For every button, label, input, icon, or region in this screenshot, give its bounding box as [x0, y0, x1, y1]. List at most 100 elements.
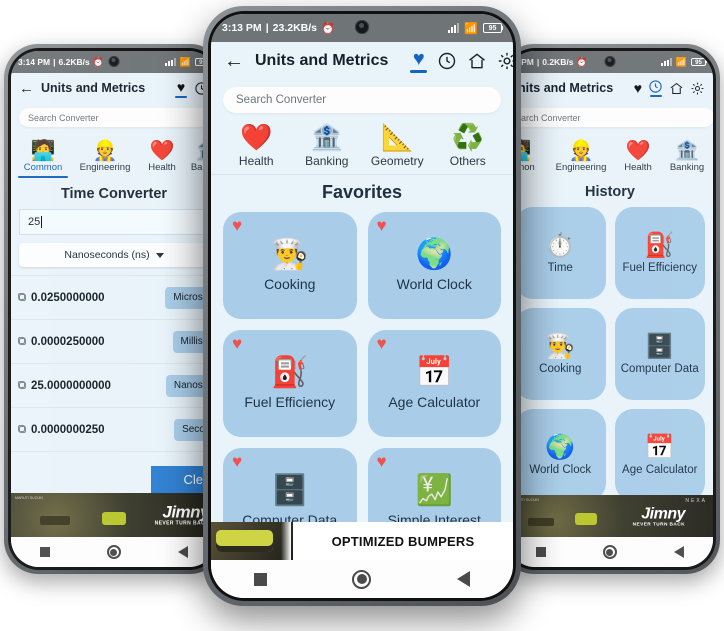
favorites-grid: ♥ 👨‍🍳 Cooking ♥ 🌍 World Clock ♥ ⛽ [211, 212, 513, 522]
status-bar-right: 4 PM | 0.2KB/s ⏰ 📶 95 [507, 51, 713, 73]
favorite-heart-icon[interactable]: ♥ [232, 217, 242, 234]
home-icon [469, 53, 486, 69]
search-input[interactable]: Search Converter [507, 108, 713, 127]
action-home[interactable] [669, 81, 684, 96]
health-icon: ❤️ [625, 138, 651, 162]
status-bar-center: 3:13 PM | 23.2KB/s ⏰ 📶 95 [211, 14, 513, 42]
list-item[interactable]: ♥ ⛽ Fuel Efficiency [223, 330, 357, 437]
heart-icon: ♥ [176, 78, 186, 95]
search-input[interactable]: Search Converter [223, 87, 501, 113]
category-tab-health[interactable]: ❤️ Health [221, 125, 292, 174]
battery-badge: 95 [483, 23, 503, 33]
category-tab-health[interactable]: ❤️ Health [615, 140, 661, 178]
square-icon[interactable] [535, 547, 546, 557]
unit-select[interactable]: Nanoseconds (ns) [19, 243, 209, 267]
alarm-icon: ⏰ [92, 56, 104, 67]
wifi-icon: 📶 [675, 56, 687, 67]
app-bar-left: ← Units and Metrics ♥ [11, 73, 217, 103]
favorite-heart-icon[interactable]: ♥ [377, 217, 387, 234]
list-item[interactable]: 🗄️ Computer Data [614, 308, 705, 400]
action-settings[interactable] [690, 81, 705, 96]
signal-icon [164, 58, 176, 66]
gear-icon [691, 82, 704, 94]
signal-icon [660, 58, 672, 66]
list-item[interactable]: ⏱️ Time [515, 207, 606, 299]
list-item[interactable]: 👨‍🍳 Cooking [515, 308, 606, 400]
list-item[interactable]: ♥ 🌍 World Clock [367, 212, 501, 319]
table-row[interactable]: 0.0000000250 Seconds [11, 408, 217, 452]
copy-icon[interactable] [18, 381, 26, 389]
triangle-back-icon[interactable] [178, 546, 189, 558]
copy-icon[interactable] [18, 425, 26, 433]
action-history[interactable] [437, 51, 457, 71]
list-item[interactable]: ⛽ Fuel Efficiency [614, 207, 705, 299]
list-item[interactable]: ♥ 💹 Simple Interest [367, 448, 501, 522]
content-right: Search Converter 🧑‍💻 ommon 👷 Engineering [507, 103, 713, 495]
phone-right: 4 PM | 0.2KB/s ⏰ 📶 95 Units and Metrics … [500, 44, 720, 574]
action-favorites[interactable]: ♥ [410, 49, 428, 73]
list-item[interactable]: 📅 Age Calculator [614, 409, 705, 495]
category-tabs-left: 🧑‍💻 Common 👷 Engineering ❤️ Health [11, 130, 217, 178]
favorite-heart-icon[interactable]: ♥ [377, 453, 387, 470]
ad-tiny-text: MARUTI SUZUKI [15, 496, 43, 500]
action-favorites[interactable]: ♥ [175, 79, 187, 98]
category-tab-health[interactable]: ❤️ Health [139, 140, 185, 178]
category-tabs-center: ❤️ Health 🏦 Banking 📐 Geometry ♻️ Others [211, 118, 513, 175]
search-placeholder: Search Converter [236, 94, 327, 106]
category-tab-common[interactable]: 🧑‍💻 Common [15, 140, 71, 178]
banking-icon: 🏦 [674, 138, 700, 162]
favorite-heart-icon[interactable]: ♥ [377, 335, 387, 352]
action-settings[interactable] [497, 51, 513, 71]
list-item[interactable]: ♥ 📅 Age Calculator [367, 330, 501, 437]
square-icon[interactable] [253, 572, 267, 586]
action-favorites[interactable]: ♥ [634, 80, 642, 96]
triangle-back-icon[interactable] [674, 546, 685, 558]
category-tab-others[interactable]: ♻️ Others [433, 125, 504, 174]
table-row[interactable]: 0.0250000000 Microseconds [11, 276, 217, 320]
favorite-heart-icon[interactable]: ♥ [232, 453, 242, 470]
ad-headline: OPTIMIZED BUMPERS [331, 533, 475, 549]
common-icon: 🧑‍💻 [30, 138, 56, 162]
front-camera [604, 56, 616, 67]
list-item[interactable]: ♥ 👨‍🍳 Cooking [223, 212, 357, 319]
category-tab-geometry[interactable]: 📐 Geometry [362, 125, 433, 174]
cooking-icon: 👨‍🍳 [545, 331, 576, 360]
copy-icon[interactable] [18, 293, 26, 301]
category-tab-engineering[interactable]: 👷 Engineering [71, 140, 139, 178]
list-item[interactable]: 🌍 World Clock [515, 409, 606, 495]
world-clock-icon: 🌍 [545, 432, 576, 461]
ad-banner-right[interactable]: MARUTI SUZUKI NEXA Jimny NEVER TURN BACK [507, 495, 713, 537]
favorite-heart-icon[interactable]: ♥ [232, 335, 242, 352]
table-row[interactable]: 25.0000000000 Nanoseconds [11, 364, 217, 408]
world-clock-icon: 🌍 [415, 236, 453, 272]
table-row[interactable]: 0.0000250000 Milliseconds [11, 320, 217, 364]
action-home[interactable] [467, 51, 487, 71]
category-tab-banking[interactable]: 🏦 Banking [661, 140, 713, 178]
category-tab-banking[interactable]: 🏦 Banking [292, 125, 363, 174]
circle-icon[interactable] [352, 569, 372, 589]
copy-icon[interactable] [18, 337, 26, 345]
ad-banner-center[interactable]: OPTIMIZED BUMPERS [211, 522, 513, 560]
search-input[interactable]: Search Converter [19, 108, 209, 127]
fuel-icon: ⛽ [271, 354, 309, 390]
conversion-results-left: 0.0250000000 Microseconds 0.0000250000 M… [11, 275, 217, 452]
engineering-icon: 👷 [568, 138, 594, 162]
circle-icon[interactable] [106, 545, 121, 559]
triangle-back-icon[interactable] [457, 571, 471, 587]
square-icon[interactable] [39, 547, 50, 557]
search-placeholder: Search Converter [28, 112, 99, 123]
circle-icon[interactable] [602, 545, 617, 559]
geometry-icon: 📐 [381, 123, 414, 153]
arrow-left-icon[interactable]: ← [19, 80, 34, 97]
ad-brand: Jimny [641, 505, 685, 523]
category-tab-engineering[interactable]: 👷 Engineering [547, 140, 615, 178]
list-item[interactable]: ♥ 🗄️ Computer Data [223, 448, 357, 522]
alarm-icon: ⏰ [321, 22, 335, 35]
action-history[interactable] [648, 79, 663, 97]
nav-bar-center [211, 560, 513, 598]
ad-banner-left[interactable]: MARUTI SUZUKI Jimny NEVER TURN BACK [11, 493, 217, 537]
arrow-left-icon[interactable]: ← [224, 51, 244, 71]
category-tabs-right: 🧑‍💻 ommon 👷 Engineering ❤️ Health � [507, 130, 713, 178]
amount-input[interactable]: 25 [19, 209, 209, 235]
ad-corner-text: NEXA [685, 498, 707, 504]
